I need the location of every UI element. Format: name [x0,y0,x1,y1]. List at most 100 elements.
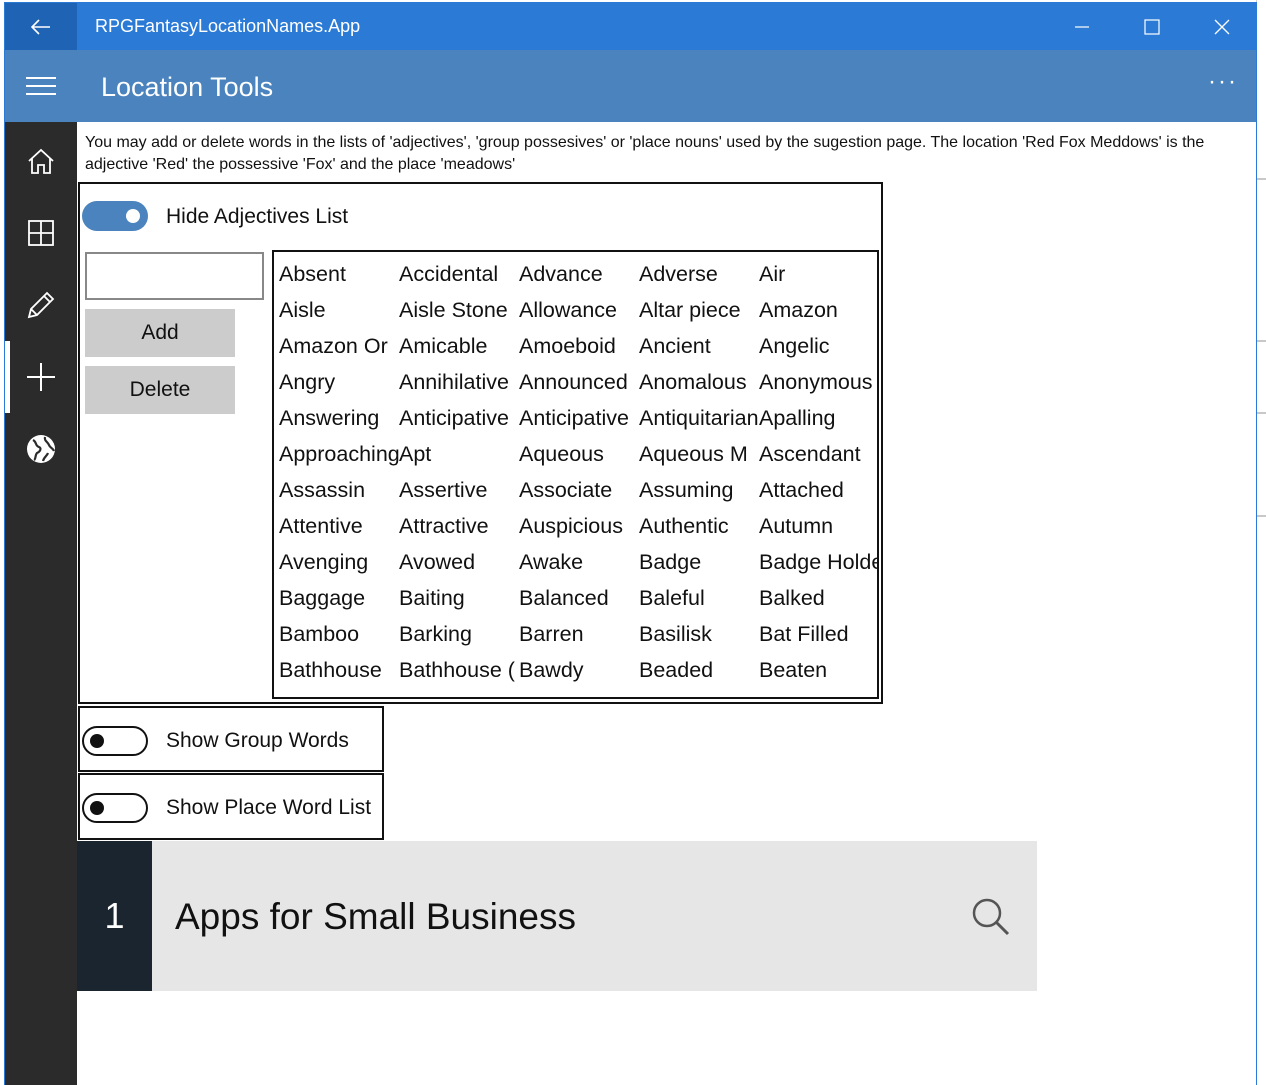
adjective-word[interactable]: Balked [759,580,877,616]
close-icon [1214,19,1230,34]
adjective-word[interactable]: Aisle [279,292,399,328]
add-button[interactable]: Add [85,309,235,357]
adjective-word[interactable]: Barking [399,616,519,652]
adjective-word[interactable]: Apt [399,436,519,472]
adjective-word[interactable]: Absent [279,256,399,292]
adjective-word[interactable]: Assassin [279,472,399,508]
adjective-word[interactable]: Authentic [639,508,759,544]
adjective-word[interactable]: Anticipative [519,400,639,436]
adjective-word[interactable]: Belligerent [519,688,639,697]
adjective-word[interactable]: Attractive [399,508,519,544]
title-bar: RPGFantasyLocationNames.App [5,3,1256,50]
adjective-word[interactable]: Amoeboid [519,328,639,364]
hide-adjectives-toggle[interactable] [82,201,148,231]
show-group-words-label: Show Group Words [166,729,349,752]
adjective-word[interactable]: Belonging [759,688,877,697]
nav-world[interactable] [5,413,77,485]
background-divider [1257,515,1266,517]
adjective-word[interactable]: Bawdy [519,652,639,688]
place-words-panel: Show Place Word List [78,773,384,840]
nav-grid[interactable] [5,197,77,269]
hamburger-icon [26,77,56,95]
adjective-word[interactable]: Anonymous [759,364,877,400]
back-arrow-icon [31,18,50,35]
maximize-button[interactable] [1118,3,1186,50]
adjective-word[interactable]: Altar piece [639,292,759,328]
adjective-word[interactable]: Amazon [759,292,877,328]
adjective-word[interactable]: Anomalous [639,364,759,400]
toggle-knob [90,734,104,748]
adjective-word[interactable]: Beaded [639,652,759,688]
hamburger-menu-button[interactable] [5,50,77,122]
adjective-word[interactable]: Amicable [399,328,519,364]
minimize-button[interactable] [1048,3,1116,50]
adjectives-word-list[interactable]: Absent Accidental Advance Adverse Air Aisle Ai… [272,250,879,699]
adjective-word[interactable]: Accidental [399,256,519,292]
adjective-word[interactable]: Baleful [639,580,759,616]
search-icon[interactable] [971,897,1011,937]
adjective-word[interactable]: Allowance [519,292,639,328]
adjective-word[interactable]: Bearing [279,688,399,697]
adjective-word[interactable]: Bellowing [639,688,759,697]
adjective-word[interactable]: Avowed [399,544,519,580]
adjective-word[interactable]: Answering [279,400,399,436]
ad-text: Apps for Small Business [175,896,577,937]
adjective-word[interactable]: Balanced [519,580,639,616]
adjective-word[interactable]: Bathhouse ( [399,652,519,688]
adjective-word[interactable]: Annihilative [399,364,519,400]
adjective-word[interactable]: Antiquitarian [639,400,759,436]
adjective-word[interactable]: Avenging [279,544,399,580]
delete-button[interactable]: Delete [85,366,235,414]
adjective-word[interactable]: Badge Holder [759,544,877,580]
adjective-word[interactable]: Angry [279,364,399,400]
adjective-word[interactable]: Barren [519,616,639,652]
adjective-word[interactable]: Assuming [639,472,759,508]
adjective-word[interactable]: Attentive [279,508,399,544]
nav-add[interactable] [5,341,77,413]
adjective-word[interactable]: Basilisk [639,616,759,652]
adjective-word[interactable]: Ascendant [759,436,877,472]
nav-edit[interactable] [5,269,77,341]
adjective-word[interactable]: Advance [519,256,639,292]
adjective-word[interactable]: Amazon Or [279,328,399,364]
adjective-word[interactable]: Aqueous [519,436,639,472]
adjective-word[interactable]: Bathhouse [279,652,399,688]
adjective-word[interactable]: Beaten [759,652,877,688]
adjective-word[interactable]: Aqueous M [639,436,759,472]
hide-adjectives-label: Hide Adjectives List [166,205,349,228]
background-divider [1257,340,1266,342]
show-place-words-toggle[interactable] [82,793,148,823]
adjective-word[interactable]: Ancient [639,328,759,364]
adjective-word[interactable]: Baiting [399,580,519,616]
show-place-words-label: Show Place Word List [166,796,372,819]
adjective-word[interactable]: Autumn [759,508,877,544]
adjective-word[interactable]: Adverse [639,256,759,292]
close-button[interactable] [1188,3,1256,50]
adjective-word[interactable]: Air [759,256,877,292]
background-divider [1257,412,1266,414]
adjective-word[interactable]: Aisle Stone [399,292,519,328]
adjective-word[interactable]: Approaching [279,436,399,472]
adjective-word[interactable]: Associate [519,472,639,508]
show-group-words-toggle[interactable] [82,726,148,756]
adjective-word[interactable]: Announced [519,364,639,400]
add-icon [27,363,55,391]
adjective-word[interactable]: Attached [759,472,877,508]
adjective-word[interactable]: Bellied [399,688,519,697]
adjective-word[interactable]: Anticipative [399,400,519,436]
adjective-word[interactable]: Bat Filled [759,616,877,652]
advertisement-banner[interactable]: 1 Apps for Small Business [77,841,1037,991]
adjective-word[interactable]: Auspicious [519,508,639,544]
adjective-word[interactable]: Bamboo [279,616,399,652]
adjective-word[interactable]: Badge [639,544,759,580]
more-options-button[interactable]: ··· [1208,68,1238,96]
adjective-word[interactable]: Baggage [279,580,399,616]
adjective-word[interactable]: Assertive [399,472,519,508]
adjective-word[interactable]: Apalling [759,400,877,436]
back-button[interactable] [5,3,77,50]
adjective-word[interactable]: Angelic [759,328,877,364]
nav-home[interactable] [5,125,77,197]
word-input[interactable] [85,252,264,300]
app-header: Location Tools ··· [5,50,1256,122]
adjective-word[interactable]: Awake [519,544,639,580]
